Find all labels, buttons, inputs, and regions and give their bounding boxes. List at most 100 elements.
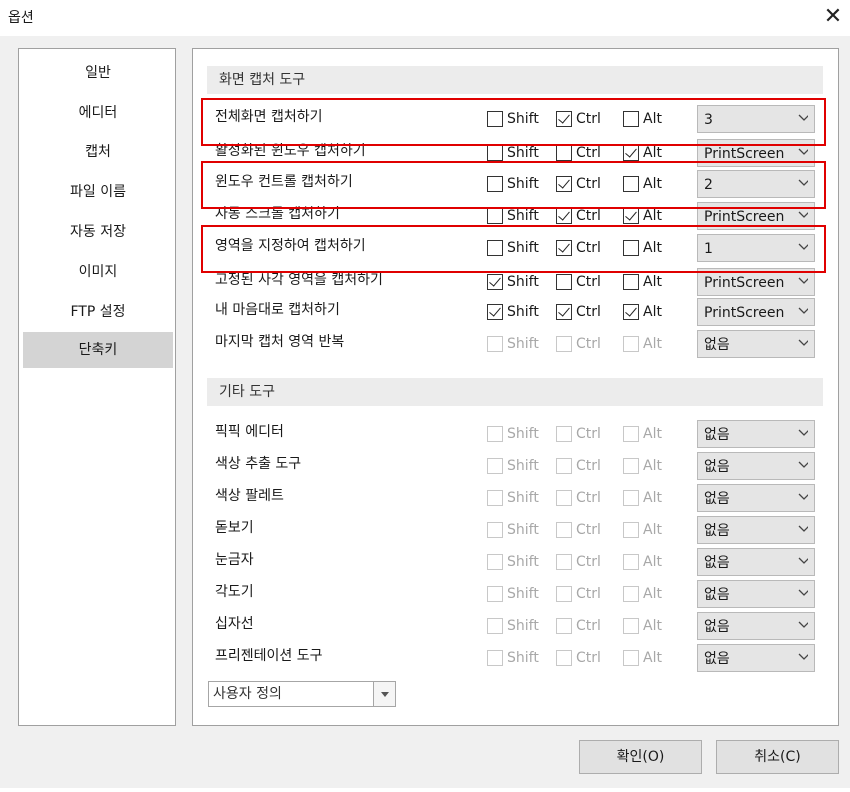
key-select[interactable]: PrintScreen (697, 268, 815, 296)
checkbox-box[interactable] (487, 145, 503, 161)
checkbox-box[interactable] (623, 208, 639, 224)
key-select[interactable]: 2 (697, 170, 815, 198)
checkbox-box[interactable] (487, 274, 503, 290)
alt-label: Alt (643, 176, 662, 192)
checkbox-box[interactable] (487, 208, 503, 224)
checkbox-box (487, 336, 503, 352)
shift-checkbox[interactable]: Shift (487, 239, 539, 257)
preset-dropdown-button[interactable] (373, 682, 395, 706)
ctrl-checkbox[interactable]: Ctrl (556, 144, 601, 162)
alt-checkbox: Alt (623, 335, 662, 353)
checkbox-box[interactable] (623, 111, 639, 127)
shift-checkbox: Shift (487, 457, 539, 475)
checkbox-box[interactable] (556, 208, 572, 224)
sidebar-item-file-name[interactable]: 파일 이름 (23, 174, 173, 210)
ctrl-label: Ctrl (576, 274, 601, 290)
chevron-down-icon (798, 179, 808, 186)
alt-checkbox[interactable]: Alt (623, 273, 662, 291)
shift-checkbox[interactable]: Shift (487, 303, 539, 321)
shift-checkbox[interactable]: Shift (487, 273, 539, 291)
shift-checkbox: Shift (487, 425, 539, 443)
ctrl-checkbox: Ctrl (556, 521, 601, 539)
ctrl-checkbox[interactable]: Ctrl (556, 110, 601, 128)
alt-checkbox[interactable]: Alt (623, 175, 662, 193)
sidebar-item-editor[interactable]: 에디터 (23, 95, 173, 131)
shift-checkbox[interactable]: Shift (487, 144, 539, 162)
ctrl-checkbox[interactable]: Ctrl (556, 207, 601, 225)
checkbox-box[interactable] (623, 304, 639, 320)
checkbox-box (487, 586, 503, 602)
checkbox-box[interactable] (487, 111, 503, 127)
alt-checkbox[interactable]: Alt (623, 110, 662, 128)
shift-checkbox[interactable]: Shift (487, 207, 539, 225)
ok-button[interactable]: 확인(O) (579, 740, 702, 774)
ctrl-checkbox[interactable]: Ctrl (556, 175, 601, 193)
key-select[interactable]: 없음 (697, 452, 815, 480)
shift-label: Shift (507, 304, 539, 320)
hotkey-label: 윈도우 컨트롤 캡처하기 (215, 174, 353, 190)
checkbox-box (623, 650, 639, 666)
alt-checkbox[interactable]: Alt (623, 239, 662, 257)
alt-checkbox[interactable]: Alt (623, 303, 662, 321)
key-select[interactable]: 없음 (697, 612, 815, 640)
alt-label: Alt (643, 111, 662, 127)
key-select[interactable]: 1 (697, 234, 815, 262)
key-select[interactable]: 없음 (697, 580, 815, 608)
checkbox-box[interactable] (556, 145, 572, 161)
checkbox-box (487, 554, 503, 570)
sidebar-item-ftp[interactable]: FTP 설정 (23, 294, 173, 330)
chevron-down-icon (798, 589, 808, 596)
sidebar-item-auto-save[interactable]: 자동 저장 (23, 214, 173, 250)
ctrl-checkbox[interactable]: Ctrl (556, 239, 601, 257)
checkbox-box[interactable] (487, 240, 503, 256)
hotkey-label: 마지막 캡처 영역 반복 (215, 334, 345, 350)
key-select[interactable]: 없음 (697, 548, 815, 576)
key-select[interactable]: 없음 (697, 516, 815, 544)
alt-checkbox[interactable]: Alt (623, 144, 662, 162)
ctrl-checkbox[interactable]: Ctrl (556, 273, 601, 291)
alt-checkbox[interactable]: Alt (623, 207, 662, 225)
ctrl-label: Ctrl (576, 618, 601, 634)
cancel-button[interactable]: 취소(C) (716, 740, 839, 774)
checkbox-box[interactable] (623, 145, 639, 161)
sidebar-item-general[interactable]: 일반 (23, 55, 173, 91)
sidebar-item-image[interactable]: 이미지 (23, 254, 173, 290)
close-icon[interactable]: ✕ (822, 4, 844, 30)
key-select[interactable]: PrintScreen (697, 298, 815, 326)
checkbox-box[interactable] (556, 304, 572, 320)
ctrl-checkbox[interactable]: Ctrl (556, 303, 601, 321)
shift-checkbox[interactable]: Shift (487, 175, 539, 193)
ctrl-label: Ctrl (576, 458, 601, 474)
window-title: 옵션 (8, 10, 34, 26)
shift-label: Shift (507, 490, 539, 506)
key-select[interactable]: 3 (697, 105, 815, 133)
checkbox-box[interactable] (556, 176, 572, 192)
alt-label: Alt (643, 458, 662, 474)
checkbox-box[interactable] (487, 176, 503, 192)
checkbox-box[interactable] (487, 304, 503, 320)
checkbox-box[interactable] (623, 176, 639, 192)
key-select[interactable]: 없음 (697, 330, 815, 358)
checkbox-box[interactable] (556, 240, 572, 256)
shift-checkbox[interactable]: Shift (487, 110, 539, 128)
checkbox-box[interactable] (556, 111, 572, 127)
key-select[interactable]: PrintScreen (697, 202, 815, 230)
shift-checkbox: Shift (487, 489, 539, 507)
key-select[interactable]: 없음 (697, 484, 815, 512)
checkbox-box[interactable] (623, 240, 639, 256)
hotkey-row: 색상 추출 도구 Shift Ctrl Alt 없음 (193, 451, 838, 481)
sidebar-item-capture[interactable]: 캡처 (23, 134, 173, 170)
key-select[interactable]: 없음 (697, 420, 815, 448)
key-select[interactable]: PrintScreen (697, 139, 815, 167)
hotkey-row: 십자선 Shift Ctrl Alt 없음 (193, 611, 838, 641)
sidebar-item-hotkeys[interactable]: 단축키 (23, 332, 173, 368)
preset-select[interactable]: 사용자 정의 (208, 681, 396, 707)
hotkey-label: 고정된 사각 영역을 캡처하기 (215, 272, 383, 288)
key-select[interactable]: 없음 (697, 644, 815, 672)
shift-label: Shift (507, 554, 539, 570)
checkbox-box[interactable] (623, 274, 639, 290)
checkbox-box[interactable] (556, 274, 572, 290)
key-select-value: PrintScreen (704, 305, 785, 321)
hotkey-row: 색상 팔레트 Shift Ctrl Alt 없음 (193, 483, 838, 513)
chevron-down-icon (798, 277, 808, 284)
